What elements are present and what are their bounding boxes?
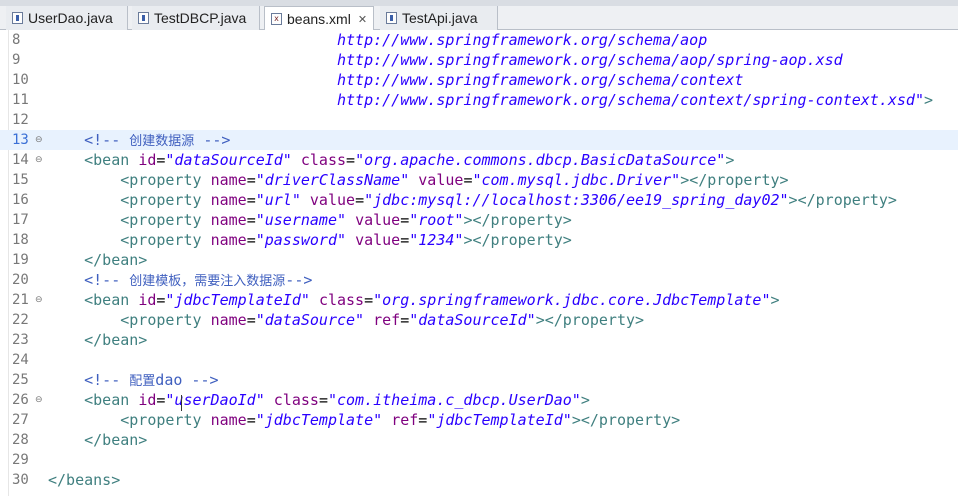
code-line[interactable]: 21 ⊖ <bean id="jdbcTemplateId" class="org…	[0, 290, 958, 310]
code-text: http://www.springframework.org/schema/co…	[336, 71, 744, 89]
fold-toggle-icon[interactable]: ⊖	[35, 130, 43, 150]
code-text: <bean id="jdbcTemplateId" class="org.spr…	[84, 291, 780, 309]
line-number: 27	[12, 412, 29, 428]
code-text: </beans>	[48, 471, 121, 489]
line-number: 30	[12, 472, 29, 488]
java-file-icon	[386, 12, 397, 24]
line-number: 28	[12, 432, 29, 448]
tab-label: beans.xml	[287, 11, 351, 27]
code-text: http://www.springframework.org/schema/ao…	[336, 31, 708, 49]
java-file-icon	[12, 12, 23, 24]
code-text: </bean>	[84, 251, 148, 269]
line-number: 18	[12, 232, 29, 248]
line-number: 24	[12, 352, 29, 368]
code-text: <property name="username" value="root"><…	[120, 211, 572, 229]
code-text: <!-- 创建数据源 -->	[84, 131, 231, 149]
line-number: 23	[12, 332, 29, 348]
code-line[interactable]: 13 ⊖ <!-- 创建数据源 -->	[0, 130, 958, 150]
line-number: 20	[12, 272, 29, 288]
code-line[interactable]: 26 ⊖ <bean id="userDaoId" class="com.ithe…	[0, 390, 958, 411]
code-line[interactable]: 24	[0, 350, 958, 370]
code-text: <!-- 配置dao -->	[84, 371, 219, 389]
line-number: 15	[12, 172, 29, 188]
tab-testapi-java[interactable]: TestApi.java	[380, 6, 498, 30]
code-line[interactable]: 25 <!-- 配置dao -->	[0, 370, 958, 390]
tab-beans-xml[interactable]: x beans.xml ✕	[264, 6, 374, 31]
code-line[interactable]: 15 <property name="driverClassName" valu…	[0, 170, 958, 190]
editor-tab-bar: UserDao.java TestDBCP.java x beans.xml ✕ Test…	[0, 0, 958, 31]
line-number: 29	[12, 452, 29, 468]
code-line[interactable]: 10 http://www.springframework.org/schema…	[0, 70, 958, 90]
code-text: http://www.springframework.org/schema/co…	[336, 91, 934, 109]
code-text: <property name="password" value="1234"><…	[120, 231, 572, 249]
line-number: 19	[12, 252, 29, 268]
fold-toggle-icon[interactable]: ⊖	[35, 150, 43, 170]
line-number: 11	[12, 92, 29, 108]
code-text: <bean id="dataSourceId" class="org.apach…	[84, 151, 735, 169]
code-line[interactable]: 29	[0, 450, 958, 470]
code-line[interactable]: 14 ⊖ <bean id="dataSourceId" class="org.a…	[0, 150, 958, 170]
code-line[interactable]: 17 <property name="username" value="root…	[0, 210, 958, 230]
line-number: 9	[12, 52, 21, 68]
tab-userdao-java[interactable]: UserDao.java	[6, 6, 128, 30]
xml-file-icon: x	[271, 13, 282, 25]
code-line[interactable]: 18 <property name="password" value="1234…	[0, 230, 958, 250]
line-number: 16	[12, 192, 29, 208]
code-text: </bean>	[84, 331, 148, 349]
tab-label: TestApi.java	[402, 10, 478, 26]
fold-toggle-icon[interactable]: ⊖	[35, 290, 43, 310]
code-text: <bean id="userDaoId" class="com.itheima.…	[84, 391, 590, 409]
code-line[interactable]: 30 </beans>	[0, 470, 958, 490]
close-icon[interactable]: ✕	[358, 13, 367, 26]
java-file-icon	[138, 12, 149, 24]
tab-label: UserDao.java	[28, 10, 113, 26]
line-number: 25	[12, 372, 29, 388]
tab-testdbcp-java[interactable]: TestDBCP.java	[132, 6, 260, 30]
fold-toggle-icon[interactable]: ⊖	[35, 390, 43, 410]
code-text: </bean>	[84, 431, 148, 449]
code-text: <property name="driverClassName" value="…	[120, 171, 789, 189]
code-text: <property name="url" value="jdbc:mysql:/…	[120, 191, 897, 209]
code-line[interactable]: 28 </bean>	[0, 430, 958, 450]
tab-label: TestDBCP.java	[154, 10, 247, 26]
code-line[interactable]: 8 http://www.springframework.org/schema/…	[0, 30, 958, 50]
line-number: 22	[12, 312, 29, 328]
line-number: 10	[12, 72, 29, 88]
text-cursor	[181, 395, 188, 411]
code-line[interactable]: 11 http://www.springframework.org/schema…	[0, 90, 958, 110]
line-number: 17	[12, 212, 29, 228]
code-text: <property name="jdbcTemplate" ref="jdbcT…	[120, 411, 681, 429]
code-line[interactable]: 20 <!-- 创建模板，需要注入数据源-->	[0, 270, 958, 290]
code-line[interactable]: 23 </bean>	[0, 330, 958, 350]
code-line[interactable]: 12	[0, 110, 958, 130]
code-line[interactable]: 16 <property name="url" value="jdbc:mysq…	[0, 190, 958, 210]
line-number: 8	[12, 32, 21, 48]
line-number: 12	[12, 112, 29, 128]
code-text: <!-- 创建模板，需要注入数据源-->	[84, 271, 313, 289]
code-line[interactable]: 27 <property name="jdbcTemplate" ref="jd…	[0, 410, 958, 430]
code-line[interactable]: 9 http://www.springframework.org/schema/…	[0, 50, 958, 70]
code-line[interactable]: 22 <property name="dataSource" ref="data…	[0, 310, 958, 330]
code-line[interactable]: 19 </bean>	[0, 250, 958, 270]
code-text: <property name="dataSource" ref="dataSou…	[120, 311, 645, 329]
xml-editor[interactable]: 8 http://www.springframework.org/schema/…	[0, 30, 958, 496]
code-text: http://www.springframework.org/schema/ao…	[336, 51, 843, 69]
